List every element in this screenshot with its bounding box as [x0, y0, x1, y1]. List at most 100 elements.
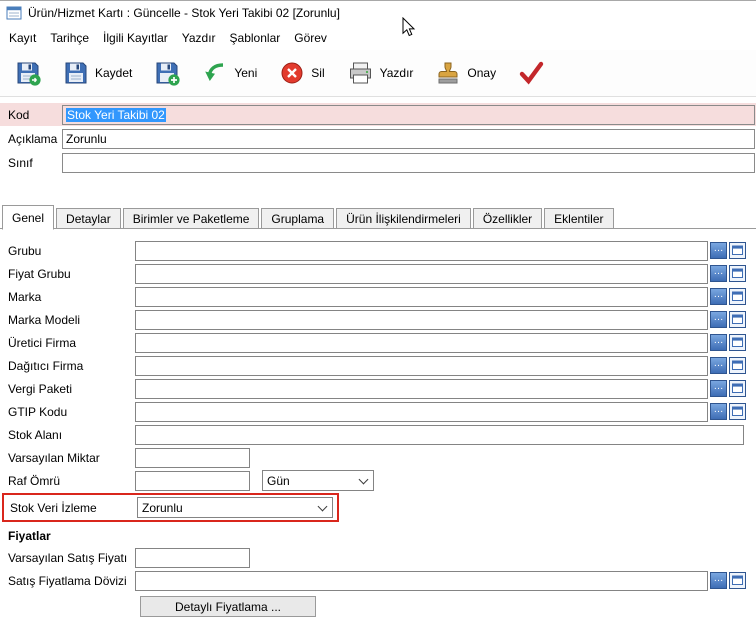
titlebar: Ürün/Hizmet Kartı : Güncelle - Stok Yeri… [0, 1, 756, 25]
browse-button[interactable] [710, 288, 727, 305]
tab-birimler-ve-paketleme[interactable]: Birimler ve Paketleme [123, 208, 260, 229]
varsayilan-miktar-input[interactable] [135, 448, 250, 468]
save-exit-button[interactable] [6, 56, 50, 90]
dagitici-firma-lookup-buttons [710, 357, 746, 374]
open-card-button[interactable] [729, 265, 746, 282]
gtip-kodu-input[interactable] [135, 402, 708, 422]
marka-label: Marka [8, 290, 135, 304]
open-card-button[interactable] [729, 403, 746, 420]
browse-button[interactable] [710, 572, 727, 589]
menu-item-tarihce[interactable]: Tarihçe [43, 28, 96, 48]
open-card-button[interactable] [729, 334, 746, 351]
raf-omru-unit-combobox[interactable]: Gün [262, 470, 374, 491]
printer-icon [347, 60, 374, 86]
red-check-icon [518, 60, 545, 86]
kod-row: Kod Stok Yeri Takibi 02 [0, 103, 756, 126]
browse-button[interactable] [710, 403, 727, 420]
marka-modeli-lookup-buttons [710, 311, 746, 328]
print-button[interactable]: Yazdır [338, 56, 423, 90]
sinif-label: Sınıf [8, 156, 62, 170]
browse-button[interactable] [710, 265, 727, 282]
browse-button[interactable] [710, 357, 727, 374]
gtip-kodu-label: GTIP Kodu [8, 405, 135, 419]
confirm-button[interactable] [509, 56, 554, 90]
form-row-vergi-paketi: Vergi Paketi [0, 378, 756, 399]
stok-veri-izleme-combobox[interactable]: Zorunlu [137, 497, 333, 518]
aciklama-input[interactable]: Zorunlu [62, 129, 755, 149]
card-icon [732, 291, 743, 302]
open-card-button[interactable] [729, 311, 746, 328]
vergi-paketi-input[interactable] [135, 379, 708, 399]
fiyatlar-section-header: Fiyatlar [0, 524, 756, 545]
tab-urun-iliskilendirmeleri[interactable]: Ürün İlişkilendirmeleri [336, 208, 471, 229]
card-icon [732, 314, 743, 325]
menu-item-kayit[interactable]: Kayıt [2, 28, 43, 48]
vergi-paketi-label: Vergi Paketi [8, 382, 135, 396]
tab-eklentiler[interactable]: Eklentiler [544, 208, 613, 229]
save-new-button[interactable] [145, 56, 189, 90]
uretici-firma-input[interactable] [135, 333, 708, 353]
fiyat-grubu-lookup-buttons [710, 265, 746, 282]
form-row-satis-fiyatlama-dovizi: Satış Fiyatlama Dövizi [0, 570, 756, 591]
browse-button[interactable] [710, 311, 727, 328]
save-button[interactable]: Kaydet [54, 56, 141, 90]
marka-input[interactable] [135, 287, 708, 307]
sinif-input[interactable] [62, 153, 755, 173]
fiyat-grubu-input[interactable] [135, 264, 708, 284]
browse-button[interactable] [710, 242, 727, 259]
fiyat-grubu-label: Fiyat Grubu [8, 267, 135, 281]
raf-omru-input[interactable] [135, 471, 250, 491]
menubar: Kayıt Tarihçe İlgili Kayıtlar Yazdır Şab… [0, 25, 756, 50]
open-card-button[interactable] [729, 572, 746, 589]
toolbar: Kaydet Yeni Sil [0, 50, 756, 97]
card-icon [732, 360, 743, 371]
card-icon [732, 575, 743, 586]
varsayilan-satis-fiyati-label: Varsayılan Satış Fiyatı [8, 551, 135, 565]
kod-label: Kod [8, 108, 62, 122]
stok-alani-input[interactable] [135, 425, 744, 445]
window-title: Ürün/Hizmet Kartı : Güncelle - Stok Yeri… [28, 6, 340, 20]
grubu-input[interactable] [135, 241, 708, 261]
form-row-varsayilan-miktar: Varsayılan Miktar [0, 447, 756, 468]
uretici-firma-lookup-buttons [710, 334, 746, 351]
open-card-button[interactable] [729, 380, 746, 397]
uretici-firma-label: Üretici Firma [8, 336, 135, 350]
stok-veri-izleme-label: Stok Veri İzleme [10, 501, 137, 515]
form-row-raf-omru: Raf Ömrü Gün [0, 470, 756, 491]
detayli-fiyatlama-button[interactable]: Detaylı Fiyatlama ... [140, 596, 316, 617]
card-header-fields: Kod Stok Yeri Takibi 02 Açıklama Zorunlu… [0, 97, 756, 174]
satis-fiyatlama-dovizi-input[interactable] [135, 571, 708, 591]
browse-button[interactable] [710, 380, 727, 397]
approve-button-label: Onay [467, 66, 496, 80]
kod-input[interactable]: Stok Yeri Takibi 02 [62, 105, 755, 125]
delete-button[interactable]: Sil [270, 56, 333, 90]
marka-lookup-buttons [710, 288, 746, 305]
grubu-lookup-buttons [710, 242, 746, 259]
tab-ozellikler[interactable]: Özellikler [473, 208, 542, 229]
stok-alani-label: Stok Alanı [8, 428, 135, 442]
menu-item-sablonlar[interactable]: Şablonlar [223, 28, 288, 48]
open-card-button[interactable] [729, 288, 746, 305]
tab-detaylar[interactable]: Detaylar [56, 208, 121, 229]
browse-button[interactable] [710, 334, 727, 351]
stamp-icon [435, 60, 461, 86]
tab-genel[interactable]: Genel [2, 205, 54, 230]
delete-x-icon [279, 60, 305, 86]
open-card-button[interactable] [729, 357, 746, 374]
aciklama-label: Açıklama [8, 132, 62, 146]
save-button-label: Kaydet [95, 66, 132, 80]
menu-item-ilgili-kayitlar[interactable]: İlgili Kayıtlar [96, 28, 175, 48]
menu-item-yazdir[interactable]: Yazdır [175, 28, 223, 48]
menu-item-gorev[interactable]: Görev [287, 28, 334, 48]
dagitici-firma-input[interactable] [135, 356, 708, 376]
app-icon [6, 5, 22, 21]
marka-modeli-input[interactable] [135, 310, 708, 330]
new-arrow-icon [202, 60, 228, 86]
open-card-button[interactable] [729, 242, 746, 259]
tab-gruplama[interactable]: Gruplama [261, 208, 334, 229]
varsayilan-satis-fiyati-input[interactable] [135, 548, 250, 568]
approve-button[interactable]: Onay [426, 56, 505, 90]
save-plus-icon [154, 60, 180, 86]
new-button[interactable]: Yeni [193, 56, 266, 90]
app-window: Ürün/Hizmet Kartı : Güncelle - Stok Yeri… [0, 0, 756, 636]
